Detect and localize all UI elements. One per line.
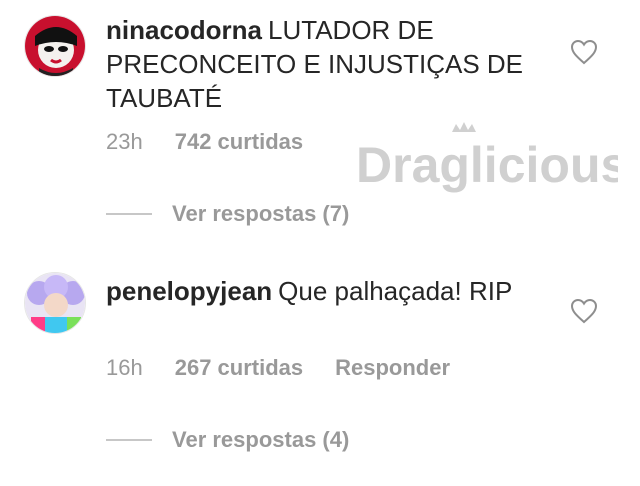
comment-meta: 23h 742 curtidas [106, 129, 335, 155]
comment-username[interactable]: penelopyjean [106, 276, 272, 306]
comment-text-block: ninacodorna LUTADOR DE PRECONCEITO E INJU… [106, 13, 526, 115]
comment-likes[interactable]: 742 curtidas [175, 129, 303, 154]
view-replies-button[interactable]: Ver respostas (7) [106, 201, 349, 227]
comment-text-block: penelopyjean Que palhaçada! RIP [106, 274, 526, 308]
view-replies-button[interactable]: Ver respostas (4) [106, 427, 349, 453]
heart-outline-icon[interactable] [570, 39, 598, 65]
watermark-text: Draglicious [356, 137, 618, 193]
avatar-image [25, 273, 85, 333]
reply-button[interactable]: Responder [335, 355, 450, 380]
view-replies-label: Ver respostas (7) [172, 201, 350, 226]
comment-body: Que palhaçada! RIP [278, 276, 513, 306]
replies-divider [106, 213, 152, 215]
avatar-penelopyjean[interactable] [24, 272, 86, 334]
heart-outline-icon[interactable] [570, 298, 598, 324]
comment-username[interactable]: ninacodorna [106, 15, 262, 45]
watermark-logo: Draglicious [356, 122, 628, 193]
avatar-ninacodorna[interactable] [24, 15, 86, 77]
avatar-image [25, 16, 85, 76]
comment-likes[interactable]: 267 curtidas [175, 355, 303, 380]
comment-timestamp: 23h [106, 129, 143, 154]
comment-meta: 16h 267 curtidas Responder [106, 355, 450, 381]
draglicious-watermark: Draglicious [356, 120, 628, 200]
view-replies-label: Ver respostas (4) [172, 427, 350, 452]
replies-divider [106, 439, 152, 441]
comment-timestamp: 16h [106, 355, 143, 380]
